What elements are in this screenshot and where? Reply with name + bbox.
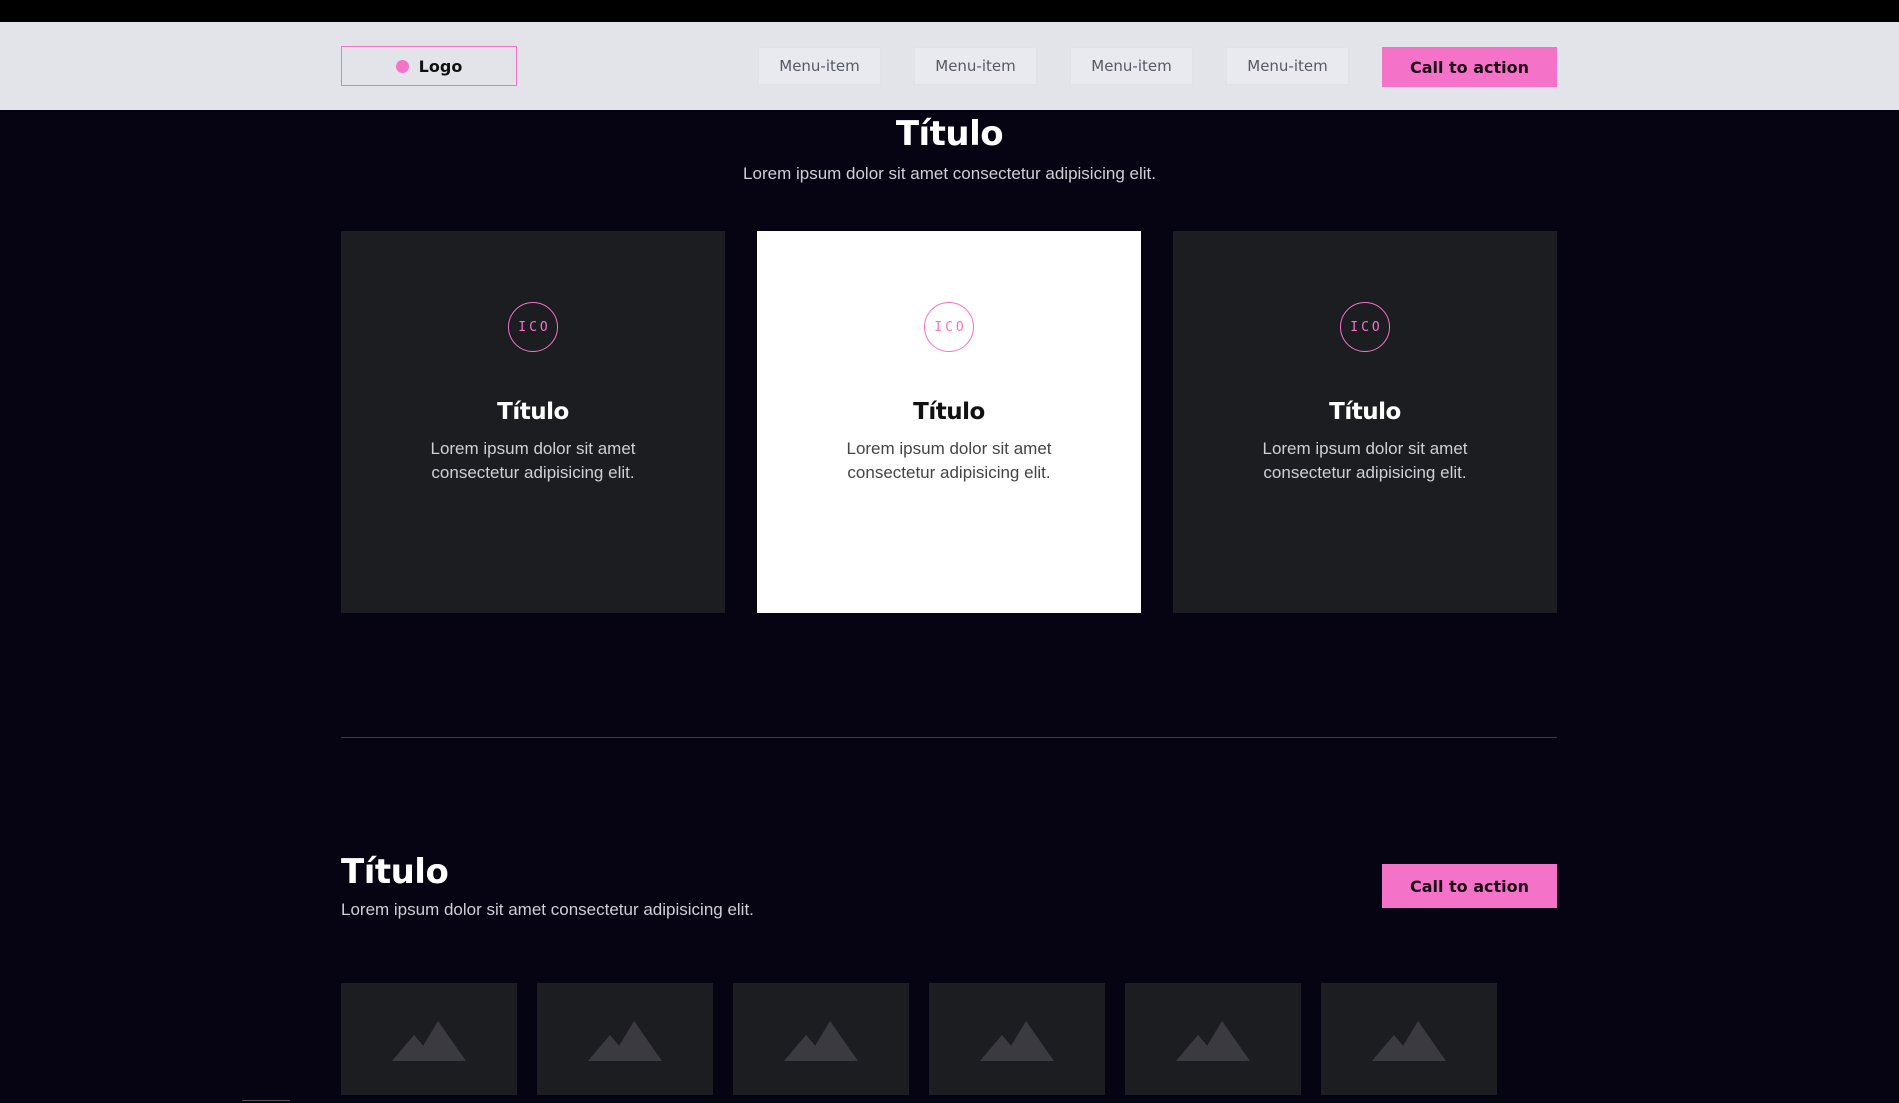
card-title: Título [913, 399, 985, 425]
section-divider [341, 737, 1557, 738]
image-thumbnail-3[interactable] [733, 983, 909, 1095]
image-thumbnail-6[interactable] [1321, 983, 1497, 1095]
card-text: Lorem ipsum dolor sit amet consectetur a… [846, 439, 1052, 482]
ico-icon: ICO [924, 302, 974, 352]
menu-item-3[interactable]: Menu-item [1070, 47, 1193, 85]
image-placeholder-icon [588, 1021, 662, 1061]
card-title: Título [1329, 399, 1401, 425]
features-subtitle: Lorem ipsum dolor sit amet consectetur a… [743, 164, 1156, 183]
image-placeholder-icon [784, 1021, 858, 1061]
gallery-subtitle: Lorem ipsum dolor sit amet consectetur a… [341, 900, 754, 919]
header-cta-button[interactable]: Call to action [1382, 47, 1557, 87]
feature-card-3: ICO Título Lorem ipsum dolor sit amet co… [1173, 231, 1557, 613]
ico-icon: ICO [1340, 302, 1390, 352]
logo-label: Logo [418, 56, 463, 76]
site-header: Logo Menu-item Menu-item Menu-item Menu-… [0, 22, 1899, 110]
image-placeholder-icon [392, 1021, 466, 1061]
logo-dot-icon [395, 59, 409, 73]
image-placeholder-icon [1372, 1021, 1446, 1061]
gallery-title: Título [341, 852, 449, 892]
ico-icon: ICO [508, 302, 558, 352]
image-thumbnail-5[interactable] [1125, 983, 1301, 1095]
image-thumbnail-2[interactable] [537, 983, 713, 1095]
card-text: Lorem ipsum dolor sit amet consectetur a… [1262, 439, 1468, 482]
feature-card-1: ICO Título Lorem ipsum dolor sit amet co… [341, 231, 725, 613]
gallery-cta-button[interactable]: Call to action [1382, 864, 1557, 908]
image-thumbnail-1[interactable] [341, 983, 517, 1095]
features-title: Título [895, 114, 1004, 154]
card-title: Título [497, 399, 569, 425]
image-placeholder-icon [980, 1021, 1054, 1061]
image-placeholder-icon [1176, 1021, 1250, 1061]
menu-item-4[interactable]: Menu-item [1226, 47, 1349, 85]
logo[interactable]: Logo [341, 46, 517, 86]
bottom-edge-line [242, 1100, 290, 1101]
card-text: Lorem ipsum dolor sit amet consectetur a… [430, 439, 636, 482]
image-thumbnail-4[interactable] [929, 983, 1105, 1095]
menu-item-1[interactable]: Menu-item [758, 47, 881, 85]
menu-item-2[interactable]: Menu-item [914, 47, 1037, 85]
top-strip [0, 0, 1899, 22]
feature-card-2: ICO Título Lorem ipsum dolor sit amet co… [757, 231, 1141, 613]
